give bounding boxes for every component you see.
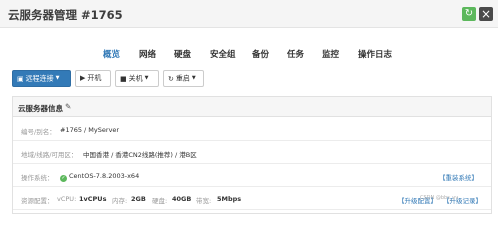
chevron-down-icon: ▼ <box>191 75 196 81</box>
page-title: 云服务器管理 #1765 <box>8 8 123 22</box>
restart-icon: ↻ <box>168 74 174 83</box>
tab-overview[interactable]: 概览 <box>103 48 120 60</box>
row-region: 地域/线路/可用区： 中国香港 / 香港CN2线路(推荐) / 港B区 <box>13 141 491 164</box>
memory-label: 内存: <box>112 197 128 205</box>
resources-label: 资源配置： <box>21 197 54 205</box>
vcpu-label: vCPU: <box>57 195 77 203</box>
os-label: 操作系统： <box>21 174 54 182</box>
tab-backup[interactable]: 备份 <box>252 48 269 60</box>
tab-monitor[interactable]: 监控 <box>322 48 339 60</box>
region-value: 中国香港 / 香港CN2线路(推荐) / 港B区 <box>83 151 197 159</box>
restart-button[interactable]: ↻ 重启 ▼ <box>163 70 204 87</box>
panel-header: 云服务器信息 ✎ <box>13 97 491 117</box>
disk-value: 40GB <box>172 195 192 203</box>
power-on-label: 开机 <box>87 74 102 82</box>
tab-operation-log[interactable]: 操作日志 <box>358 48 392 60</box>
watermark: CSDN @bbs_vv <box>420 195 459 201</box>
memory-value: 2GB <box>131 195 146 203</box>
reinstall-os-link[interactable]: 【重装系统】 <box>439 172 478 182</box>
tab-security-group[interactable]: 安全组 <box>210 48 236 60</box>
tab-tasks[interactable]: 任务 <box>287 48 304 60</box>
tab-disk[interactable]: 硬盘 <box>174 48 191 60</box>
refresh-icon[interactable]: ↻ <box>462 7 476 21</box>
os-icon: ✓ <box>60 175 67 182</box>
chevron-down-icon: ▼ <box>144 75 149 81</box>
edit-icon[interactable]: ✎ <box>65 102 71 111</box>
stop-icon: ■ <box>120 74 127 83</box>
vcpu-value: 1vCPUs <box>79 195 107 203</box>
bandwidth-label: 带宽: <box>196 197 212 205</box>
remote-connect-button[interactable]: ▣ 远程连接 ▼ <box>12 70 71 87</box>
os-value: CentOS-7.8.2003-x64 <box>69 172 140 180</box>
restart-label: 重启 <box>175 74 190 83</box>
panel-title: 云服务器信息 <box>18 104 63 113</box>
os-value-wrap: ✓ CentOS-7.8.2003-x64 <box>60 172 139 182</box>
id-label: 编号/别名： <box>21 128 56 136</box>
close-icon[interactable]: × <box>479 7 493 21</box>
disk-label: 硬盘: <box>152 197 168 205</box>
bandwidth-value: 5Mbps <box>217 195 242 203</box>
play-icon: ▶ <box>80 74 86 82</box>
title-bar: 云服务器管理 #1765 ↻ × <box>0 0 498 28</box>
row-id: 编号/别名： #1765 / MyServer <box>13 118 491 141</box>
monitor-icon: ▣ <box>17 74 24 83</box>
power-off-label: 关机 <box>128 74 143 83</box>
region-label: 地域/线路/可用区： <box>21 151 78 159</box>
power-on-button[interactable]: ▶ 开机 <box>75 70 111 87</box>
chevron-down-icon: ▼ <box>55 75 60 81</box>
id-value: #1765 / MyServer <box>60 126 120 134</box>
remote-connect-label: 远程连接 <box>25 74 54 83</box>
row-os: 操作系统： ✓ CentOS-7.8.2003-x64 【重装系统】 <box>13 164 491 187</box>
tab-network[interactable]: 网络 <box>139 48 156 60</box>
tab-bar: 概览 网络 硬盘 安全组 备份 任务 监控 操作日志 <box>0 48 498 64</box>
power-off-button[interactable]: ■ 关机 ▼ <box>115 70 159 87</box>
